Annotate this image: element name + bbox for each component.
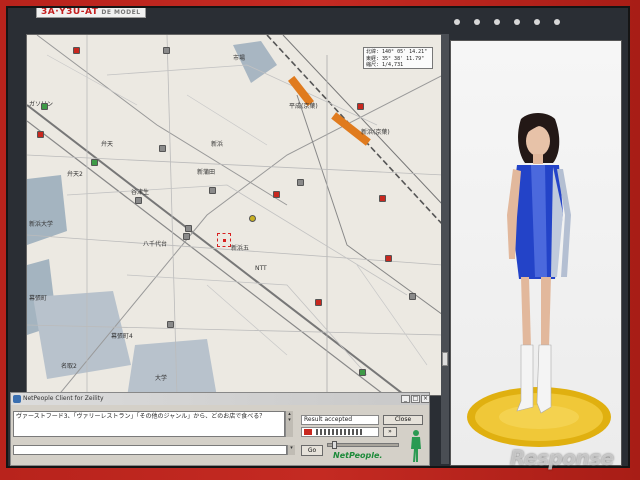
map-label: 弁天 — [101, 141, 114, 148]
map-label: 八千代台 — [143, 241, 168, 248]
map-label: 新浜 — [211, 141, 224, 148]
map-label: 平成(京葉) — [289, 103, 318, 110]
map-label: 新蒲田 — [197, 169, 216, 176]
map-label: 名取2 — [61, 363, 77, 370]
status-light — [494, 19, 500, 25]
map-label: 新浜(京葉) — [361, 129, 390, 136]
close-button[interactable]: Close — [383, 415, 423, 425]
voice-level-meter — [301, 427, 379, 437]
poi-icon[interactable] — [385, 255, 392, 262]
avatar-illustration — [467, 113, 611, 447]
message-scrollbar[interactable]: ▴ ▾ — [285, 411, 293, 437]
monitor-frame: 3A·Y3U-AT DE MODEL 北緯: 140° 05' 14.21" 東… — [0, 0, 640, 480]
netpeople-app-icon — [13, 395, 21, 403]
map-label: 谷津生 — [131, 189, 150, 196]
poi-icon[interactable] — [409, 293, 416, 300]
logo-text: 3A·Y3U-AT — [41, 7, 99, 17]
message-log: ヴァーストフード3、「ヴァリーレストラン」「その他のジャンル」から、どのお店で食… — [13, 411, 285, 437]
status-light — [554, 19, 560, 25]
poi-icon[interactable] — [73, 47, 80, 54]
map-label: 新浜大学 — [29, 221, 54, 228]
poi-icon[interactable] — [249, 215, 256, 222]
forward-icon[interactable]: » — [383, 427, 397, 437]
poi-icon[interactable] — [91, 159, 98, 166]
agent-figure-icon — [411, 430, 421, 462]
poi-icon[interactable] — [167, 321, 174, 328]
level-fill — [316, 429, 364, 435]
poi-icon[interactable] — [135, 197, 142, 204]
map-label: 市場 — [233, 55, 246, 62]
poi-icon[interactable] — [41, 103, 48, 110]
map-label: 幕張町4 — [111, 333, 133, 340]
map-view[interactable]: 北緯: 140° 05' 14.21" 東経: 35° 38' 11.79" 縮… — [26, 34, 442, 396]
status-light — [454, 19, 460, 25]
maximize-icon[interactable]: □ — [411, 395, 420, 403]
map-label: 大学 — [155, 375, 168, 382]
product-logo: 3A·Y3U-AT DE MODEL — [36, 7, 146, 18]
status-text-field: Result accepted — [301, 415, 379, 425]
coordinate-line: 縮尺: 1/4,731 — [366, 62, 404, 68]
map-label: 弁天2 — [67, 171, 83, 178]
window-title: NetPeople Client for Zeility — [23, 395, 104, 402]
poi-icon[interactable] — [163, 47, 170, 54]
poi-icon[interactable] — [357, 103, 364, 110]
poi-icon[interactable] — [379, 195, 386, 202]
status-light — [514, 19, 520, 25]
poi-icon[interactable] — [185, 225, 192, 232]
volume-slider[interactable] — [327, 441, 399, 449]
status-light — [534, 19, 540, 25]
map-label: 新浜五 — [231, 245, 250, 252]
close-icon[interactable]: × — [421, 395, 430, 403]
screen: 3A·Y3U-AT DE MODEL 北緯: 140° 05' 14.21" 東… — [6, 6, 630, 468]
close-label: Close — [394, 416, 412, 423]
map-cursor-icon — [217, 233, 231, 247]
status-light — [474, 19, 480, 25]
map-roads — [27, 35, 441, 395]
map-label: NTT — [255, 265, 267, 272]
slider-thumb[interactable] — [332, 441, 337, 449]
netpeople-brand: NetPeople. — [333, 451, 383, 460]
poi-icon[interactable] — [297, 179, 304, 186]
watermark: Response — [510, 446, 614, 470]
avatar-panel — [450, 40, 622, 466]
coordinate-readout: 北緯: 140° 05' 14.21" 東経: 35° 38' 11.79" 縮… — [363, 47, 433, 69]
status-lights — [454, 10, 574, 25]
coordinate-line: 北緯: 140° 05' 14.21" — [366, 49, 428, 55]
window-title-bar[interactable]: NetPeople Client for Zeility _ □ × — [11, 393, 430, 405]
input-dropdown-icon[interactable]: ▾ — [287, 445, 295, 455]
map-label: 幕張町 — [29, 295, 48, 302]
poi-icon[interactable] — [159, 145, 166, 152]
go-label: Go — [307, 447, 317, 454]
logo-subtext: DE MODEL — [101, 9, 141, 16]
message-text: ヴァーストフード3、「ヴァリーレストラン」「その他のジャンル」から、どのお店で食… — [16, 413, 266, 420]
poi-icon[interactable] — [315, 299, 322, 306]
chat-input[interactable] — [13, 445, 287, 455]
scroll-thumb[interactable] — [442, 352, 448, 366]
map-scrollbar[interactable] — [441, 34, 449, 464]
poi-icon[interactable] — [359, 369, 366, 376]
status-text: Result accepted — [304, 416, 353, 423]
go-button[interactable]: Go — [301, 445, 323, 456]
poi-icon[interactable] — [273, 191, 280, 198]
poi-icon[interactable] — [37, 131, 44, 138]
poi-icon[interactable] — [183, 233, 190, 240]
chat-client-window: NetPeople Client for Zeility _ □ × ヴァースト… — [10, 392, 430, 466]
poi-icon[interactable] — [209, 187, 216, 194]
mute-icon[interactable] — [304, 429, 312, 435]
minimize-icon[interactable]: _ — [401, 395, 410, 403]
